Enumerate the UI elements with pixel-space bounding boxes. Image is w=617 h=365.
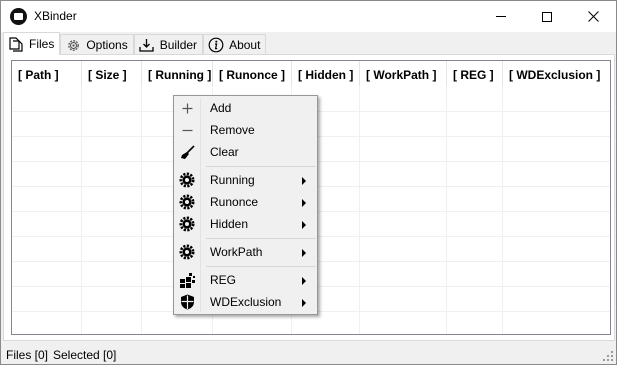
menu-separator <box>206 238 316 239</box>
menu-item-label: REG <box>210 273 237 287</box>
menu-item-wdexclusion[interactable]: WDExclusion <box>176 291 315 313</box>
files-icon <box>8 36 24 52</box>
gear-icon <box>178 244 196 260</box>
menu-item-label: Clear <box>210 145 239 159</box>
gear-icon <box>178 172 196 188</box>
menu-item-label: WorkPath <box>210 245 263 259</box>
minimize-icon <box>496 16 506 17</box>
menu-item-workpath[interactable]: WorkPath <box>176 241 315 263</box>
status-selected-count: Selected [0] <box>53 348 117 362</box>
tab-about[interactable]: About <box>203 34 267 55</box>
menu-item-add[interactable]: Add <box>176 97 315 119</box>
menu-item-remove[interactable]: Remove <box>176 119 315 141</box>
column-header-path[interactable]: [ Path ] <box>12 61 82 86</box>
title-bar[interactable]: XBinder <box>1 1 616 32</box>
gear-icon <box>178 194 196 210</box>
window-title: XBinder <box>34 9 77 23</box>
context-menu: Add Remove Clear Running Runonce Hidden … <box>173 95 318 315</box>
tab-label: About <box>229 38 261 52</box>
submenu-arrow-icon <box>302 221 306 229</box>
close-icon <box>587 11 599 22</box>
list-header: [ Path ] [ Size ] [ Running ] [ Runonce … <box>12 61 610 86</box>
submenu-arrow-icon <box>302 177 306 185</box>
column-header-workpath[interactable]: [ WorkPath ] <box>360 61 447 86</box>
tab-label: Options <box>86 38 128 52</box>
menu-item-clear[interactable]: Clear <box>176 141 315 163</box>
submenu-arrow-icon <box>302 199 306 207</box>
tab-files[interactable]: Files <box>3 32 61 55</box>
gear-icon <box>65 37 81 53</box>
menu-item-label: Add <box>210 101 232 115</box>
column-header-reg[interactable]: [ REG ] <box>447 61 503 86</box>
grid-column-line <box>610 86 611 335</box>
menu-item-hidden[interactable]: Hidden <box>176 213 315 235</box>
menu-item-running[interactable]: Running <box>176 169 315 191</box>
app-icon <box>10 8 27 25</box>
minimize-button[interactable] <box>478 1 524 32</box>
tab-label: Builder <box>159 38 198 52</box>
close-button[interactable] <box>570 1 616 32</box>
column-header-hidden[interactable]: [ Hidden ] <box>292 61 360 86</box>
gear-icon <box>178 216 196 232</box>
menu-item-reg[interactable]: REG <box>176 269 315 291</box>
tab-label: Files <box>29 37 55 51</box>
menu-item-label: Running <box>210 173 255 187</box>
builder-icon <box>139 37 155 53</box>
status-files-count: Files [0] <box>6 348 49 362</box>
column-header-wdexclusion[interactable]: [ WDExclusion ] <box>503 61 610 86</box>
status-bar: Files [0] Selected [0] <box>1 343 616 364</box>
menu-separator <box>206 166 316 167</box>
info-icon <box>208 37 224 53</box>
shield-icon <box>178 294 196 310</box>
menu-item-label: Remove <box>210 123 255 137</box>
minus-icon <box>178 122 196 138</box>
tab-options[interactable]: Options <box>60 34 134 55</box>
app-window: XBinder Files Options Builder About [Pa… <box>0 0 617 365</box>
menu-item-label: Hidden <box>210 217 249 231</box>
plus-icon <box>178 100 196 116</box>
menu-item-runonce[interactable]: Runonce <box>176 191 315 213</box>
submenu-arrow-icon <box>302 249 306 257</box>
column-header-size[interactable]: [ Size ] <box>82 61 142 86</box>
broom-icon <box>178 144 196 160</box>
menu-item-label: WDExclusion <box>210 295 282 309</box>
column-header-runonce[interactable]: [ Runonce ] <box>213 61 292 86</box>
tab-builder[interactable]: Builder <box>133 34 204 55</box>
registry-icon <box>178 272 196 288</box>
submenu-arrow-icon <box>302 277 306 285</box>
resize-grip-icon[interactable] <box>602 350 614 362</box>
menu-separator <box>206 266 316 267</box>
submenu-arrow-icon <box>302 299 306 307</box>
tab-strip: Files Options Builder About <box>3 32 267 55</box>
column-header-running[interactable]: [ Running ] <box>142 61 213 86</box>
maximize-button[interactable] <box>524 1 570 32</box>
menu-item-label: Runonce <box>210 195 259 209</box>
maximize-icon <box>542 11 552 22</box>
